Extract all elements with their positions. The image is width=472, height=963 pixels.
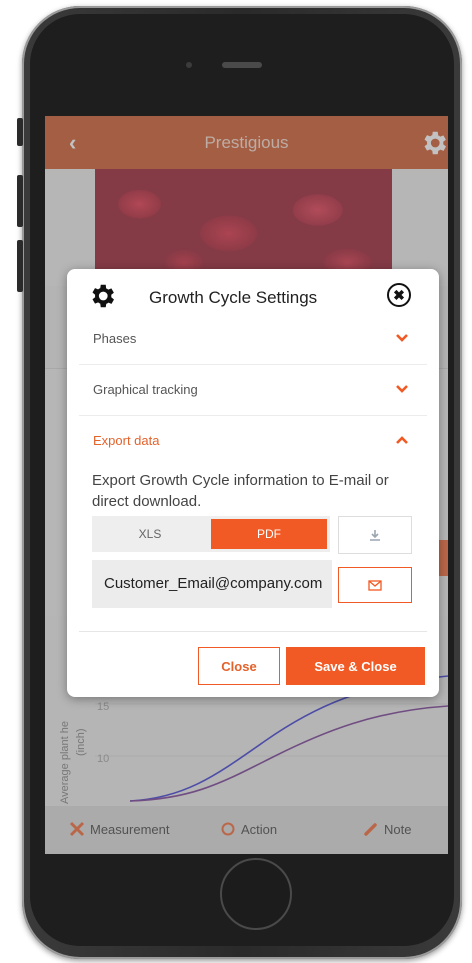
volume-down-button	[17, 240, 23, 292]
format-xls-button[interactable]: XLS	[92, 516, 208, 552]
mail-icon	[368, 579, 382, 591]
email-value: Customer_Email@company.com	[104, 575, 323, 592]
app-screen: ‹ Prestigious Average plant he (inch) 15…	[45, 116, 448, 854]
section-graphical-tracking[interactable]: Graphical tracking	[79, 365, 427, 416]
close-icon[interactable]: ✖	[387, 283, 411, 307]
format-selector: XLS PDF	[92, 516, 330, 552]
chevron-down-icon	[396, 385, 408, 393]
divider	[79, 631, 427, 632]
email-field[interactable]: Customer_Email@company.com	[92, 560, 332, 608]
chevron-down-icon	[396, 334, 408, 342]
save-and-close-button[interactable]: Save & Close	[286, 647, 425, 685]
home-button[interactable]	[220, 858, 292, 930]
section-export-data[interactable]: Export data	[79, 416, 427, 466]
section-label: Export data	[93, 433, 160, 448]
download-icon	[370, 530, 380, 541]
section-phases[interactable]: Phases	[79, 314, 427, 365]
chevron-up-icon	[396, 436, 408, 444]
volume-up-button	[17, 175, 23, 227]
export-description: Export Growth Cycle information to E-mai…	[92, 472, 389, 510]
section-label: Graphical tracking	[93, 382, 198, 397]
mute-switch	[17, 118, 23, 146]
dialog-title: Growth Cycle Settings	[149, 288, 318, 307]
close-button[interactable]: Close	[198, 647, 280, 685]
download-button[interactable]	[338, 516, 412, 554]
send-email-button[interactable]	[338, 567, 412, 603]
gear-icon	[92, 284, 114, 308]
earpiece-speaker	[222, 62, 262, 68]
front-camera	[186, 62, 192, 68]
format-pdf-button[interactable]: PDF	[211, 519, 327, 549]
growth-cycle-settings-dialog: Growth Cycle Settings ✖ Phases Graphical…	[67, 269, 439, 697]
section-label: Phases	[93, 331, 137, 346]
